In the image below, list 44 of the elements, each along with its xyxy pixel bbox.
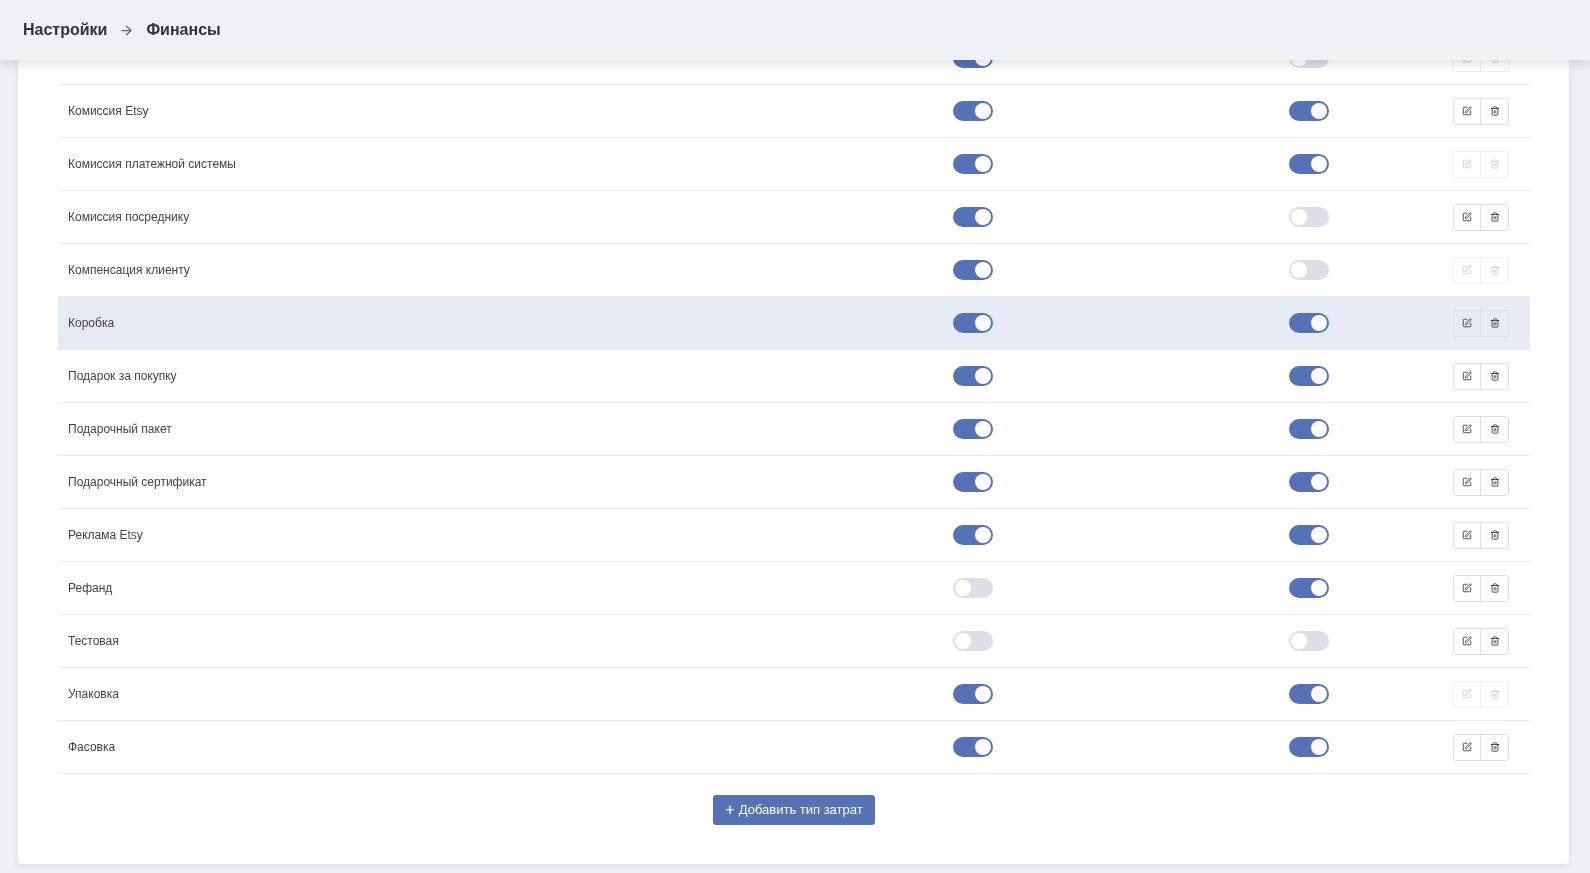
expense-type-name: Коробка <box>68 316 115 330</box>
expense-type-name: Рефанд <box>68 581 113 595</box>
toggle-switch[interactable] <box>953 101 993 121</box>
plus-icon: + <box>725 798 735 822</box>
toggle-switch[interactable] <box>953 154 993 174</box>
expense-type-name: Подарочный сертификат <box>68 475 207 489</box>
toggle-switch[interactable] <box>953 684 993 704</box>
toggle-switch[interactable] <box>953 260 993 280</box>
toggle-switch[interactable] <box>1289 207 1329 227</box>
toggle-switch[interactable] <box>1289 366 1329 386</box>
expense-type-name: Реклама Etsy <box>68 528 143 542</box>
toggle-switch[interactable] <box>953 313 993 333</box>
toggle-switch[interactable] <box>1289 631 1329 651</box>
toggle-switch[interactable] <box>953 631 993 651</box>
toggle-switch[interactable] <box>953 737 993 757</box>
expense-type-name: Комиссия платежной системы <box>68 157 236 171</box>
breadcrumb-link[interactable]: Настройки <box>23 18 108 42</box>
toggle-switch[interactable] <box>1289 578 1329 598</box>
toggle-switch[interactable] <box>1289 101 1329 121</box>
expense-type-name: Комиссия посреднику <box>68 210 190 224</box>
page-title: Финансы <box>146 20 221 40</box>
expense-type-name: Компенсация клиенту <box>68 263 190 277</box>
toggle-switch[interactable] <box>953 207 993 227</box>
toggle-switch[interactable] <box>953 525 993 545</box>
toggle-switch[interactable] <box>953 419 993 439</box>
expense-type-name: Тестовая <box>68 634 119 648</box>
toggle-switch[interactable] <box>953 578 993 598</box>
toggle-switch[interactable] <box>1289 154 1329 174</box>
toggle-switch[interactable] <box>1289 313 1329 333</box>
expense-type-name: Подарок за покупку <box>68 369 177 383</box>
toggle-switch[interactable] <box>1289 684 1329 704</box>
expense-type-name: Подарочный пакет <box>68 422 172 436</box>
add-expense-type-button[interactable]: + Добавить тип затрат <box>713 795 875 825</box>
expense-type-name: Комиссия Etsy <box>68 104 149 118</box>
toggle-switch[interactable] <box>1289 737 1329 757</box>
toggle-switch[interactable] <box>1289 525 1329 545</box>
expense-type-name: Упаковка <box>68 687 119 701</box>
toggle-switch[interactable] <box>953 472 993 492</box>
toggle-switch[interactable] <box>1289 472 1329 492</box>
toggle-switch[interactable] <box>953 366 993 386</box>
expense-type-name: Фасовка <box>68 740 116 754</box>
arrow-icon <box>119 22 135 38</box>
toggle-switch[interactable] <box>1289 260 1329 280</box>
toggle-switch[interactable] <box>1289 419 1329 439</box>
